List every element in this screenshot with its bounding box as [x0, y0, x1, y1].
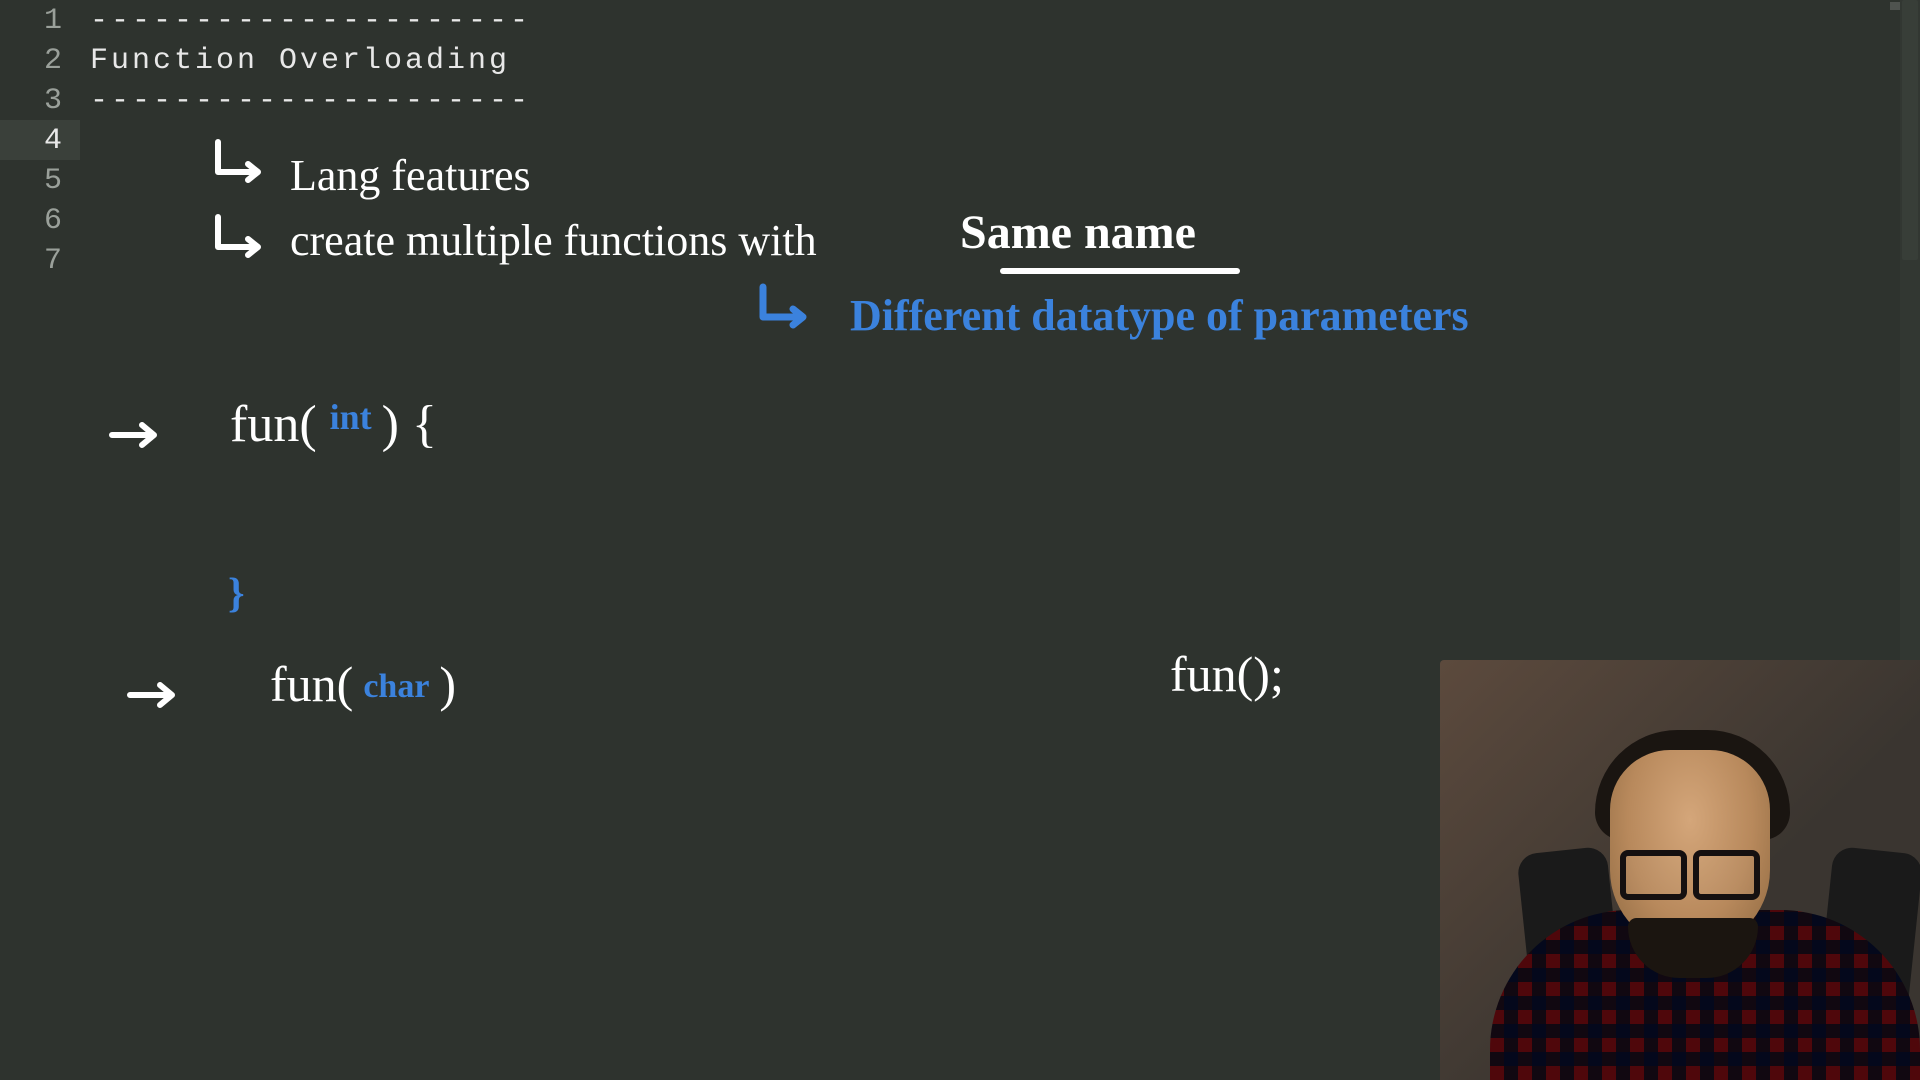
scrollbar-thumb[interactable]: [1902, 0, 1918, 260]
elbow-arrow-icon: [210, 215, 270, 265]
note-bullet-2b: Same name: [960, 205, 1196, 260]
example-1: fun( int ) {: [230, 395, 437, 454]
glasses-icon: [1620, 850, 1760, 888]
ex2-type: char: [363, 668, 429, 705]
line-number-2: 2: [12, 44, 62, 78]
code-line-1: ---------------------: [90, 4, 531, 38]
elbow-arrow-icon: [210, 140, 270, 190]
elbow-arrow-icon: [755, 285, 815, 335]
note-bullet-1: Lang features: [290, 150, 531, 201]
code-line-3: ---------------------: [90, 84, 531, 118]
ex1-fun: fun(: [230, 396, 330, 453]
line-number-3: 3: [12, 84, 62, 118]
ex2-fun: fun(: [270, 656, 353, 712]
line-number-7: 7: [12, 244, 62, 278]
ex2-post: ): [439, 656, 456, 712]
presenter-video: [1440, 660, 1920, 1080]
line-number-4: 4: [12, 124, 62, 158]
line-number-1: 1: [12, 4, 62, 38]
right-arrow-icon: [110, 420, 165, 450]
line-number-6: 6: [12, 204, 62, 238]
ex1-post: ) {: [382, 396, 437, 453]
code-line-2: Function Overloading: [90, 44, 510, 78]
note-bullet-2a: create multiple functions with: [290, 215, 817, 266]
ex1-type: int: [330, 397, 372, 437]
right-arrow-icon: [128, 680, 183, 710]
note-sub-blue: Different datatype of parameters: [850, 290, 1469, 341]
line-number-5: 5: [12, 164, 62, 198]
example-call: fun();: [1170, 645, 1284, 703]
underline-same-name: [1000, 268, 1240, 274]
example-2: fun( char ): [270, 655, 456, 713]
editor-gutter: 1 2 3 4 5 6 7: [0, 0, 80, 1080]
close-brace: }: [228, 570, 245, 618]
